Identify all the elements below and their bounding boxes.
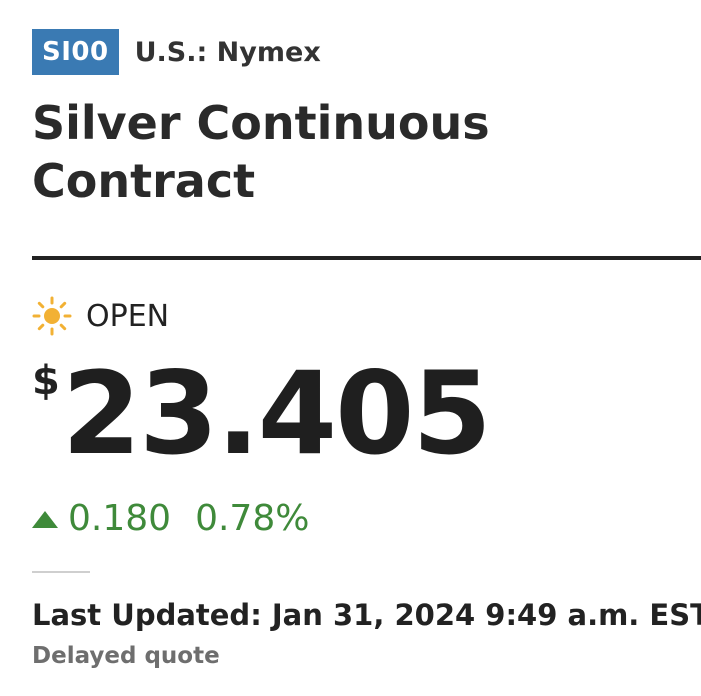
exchange-label: U.S.: Nymex [134, 36, 321, 68]
change-percent: 0.78% [195, 498, 310, 539]
price-change: 0.180 0.78% [32, 496, 309, 542]
delayed-quote-note: Delayed quote [32, 643, 220, 669]
market-status-label: OPEN [86, 298, 170, 334]
last-price: 23.405 [61, 347, 492, 480]
currency-symbol: $ [32, 358, 60, 404]
price-block: $ 23.405 [32, 347, 492, 480]
sun-icon [32, 296, 72, 336]
ticker-badge[interactable]: SI00 [32, 29, 119, 75]
change-value: 0.180 [68, 498, 172, 539]
up-arrow-icon [32, 510, 58, 528]
instrument-title: Silver Continuous Contract [32, 96, 490, 208]
market-status: OPEN [32, 296, 169, 336]
section-divider [32, 571, 90, 573]
quote-header: SI00 U.S.: Nymex [32, 29, 321, 75]
header-divider [32, 256, 701, 260]
last-updated: Last Updated: Jan 31, 2024 9:49 a.m. EST [32, 598, 701, 632]
